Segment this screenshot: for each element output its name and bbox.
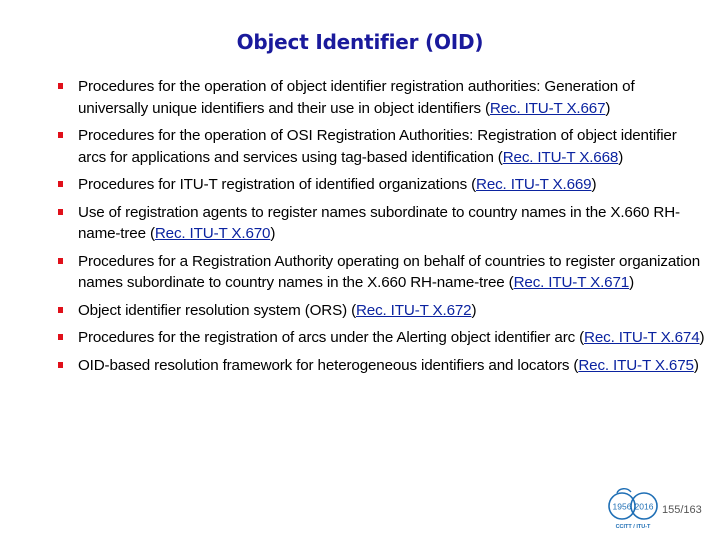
rec-link-x672[interactable]: Rec. ITU-T X.672	[356, 302, 472, 319]
logo-year-end: 2016	[635, 502, 654, 512]
logo-year-start: 1956	[613, 502, 632, 512]
rec-link-x668[interactable]: Rec. ITU-T X.668	[503, 149, 619, 166]
square-bullet-icon	[58, 361, 63, 368]
page-total: 163	[683, 504, 702, 516]
bullet-item: Procedures for ITU-T registration of ide…	[58, 174, 708, 196]
bullet-suffix: )	[693, 356, 699, 374]
bullet-suffix: )	[629, 274, 634, 291]
bullet-text: Object identifier resolution system (ORS…	[78, 301, 356, 319]
bullet-list: Procedures for the operation of object i…	[58, 76, 708, 382]
page-number: 155/163	[662, 504, 702, 516]
bullet-suffix: )	[591, 176, 597, 193]
square-bullet-icon	[58, 181, 63, 187]
bullet-item: Procedures for a Registration Authority …	[58, 251, 708, 294]
square-bullet-icon	[58, 208, 63, 215]
slide-title: Object Identifier (OID)	[236, 30, 484, 54]
bullet-item: Procedures for the registration of arcs …	[58, 327, 708, 349]
bullet-text: OID-based resolution framework for heter…	[78, 356, 579, 374]
rec-link-x674[interactable]: Rec. ITU-T X.674	[584, 329, 700, 346]
rec-link-x675[interactable]: Rec. ITU-T X.675	[578, 357, 694, 374]
bullet-item: Procedures for the operation of object i…	[58, 76, 708, 119]
square-bullet-icon	[58, 334, 63, 340]
logo-caption: CCITT / ITU-T	[616, 524, 651, 530]
bullet-item: Object identifier resolution system (ORS…	[58, 300, 708, 322]
bullet-item: Use of registration agents to register n…	[58, 202, 708, 245]
bullet-suffix: )	[605, 99, 611, 117]
bullet-suffix: )	[618, 148, 624, 166]
bullet-suffix: )	[471, 301, 477, 319]
bullet-suffix: )	[270, 225, 276, 242]
rec-link-x670[interactable]: Rec. ITU-T X.670	[155, 225, 271, 242]
square-bullet-icon	[58, 83, 63, 89]
rec-link-x671[interactable]: Rec. ITU-T X.671	[514, 274, 630, 291]
page-current: 155	[662, 504, 681, 516]
square-bullet-icon	[58, 306, 63, 313]
square-bullet-icon	[58, 132, 63, 138]
bullet-item: Procedures for the operation of OSI Regi…	[58, 125, 708, 168]
bullet-suffix: )	[699, 329, 705, 346]
bullet-item: OID-based resolution framework for heter…	[58, 355, 708, 377]
rec-link-x669[interactable]: Rec. ITU-T X.669	[476, 176, 592, 193]
bullet-text: Procedures for ITU-T registration of ide…	[78, 176, 476, 193]
itu-60th-anniversary-logo-icon: 1956 2016 CCITT / ITU-T	[608, 488, 658, 530]
rec-link-x667[interactable]: Rec. ITU-T X.667	[490, 100, 606, 117]
bullet-text: Procedures for the registration of arcs …	[78, 329, 585, 346]
square-bullet-icon	[58, 257, 63, 264]
